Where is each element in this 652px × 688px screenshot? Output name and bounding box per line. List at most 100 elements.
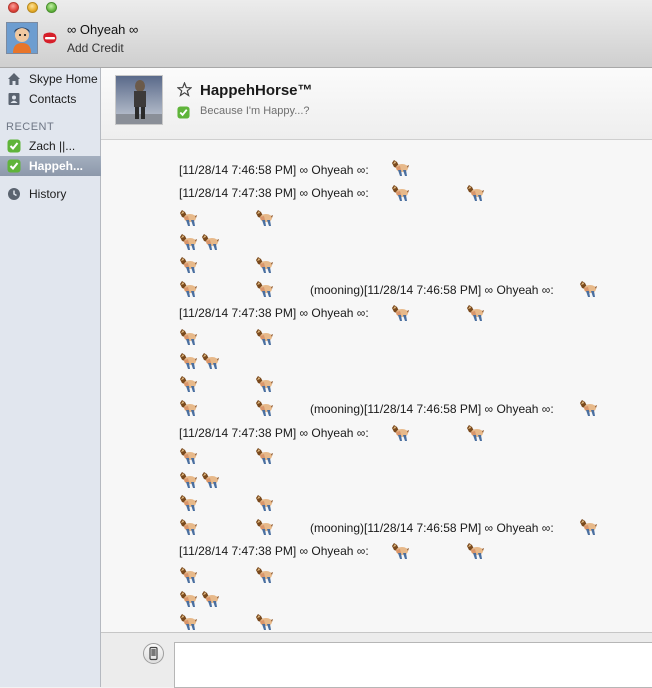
mooning-horse-icon xyxy=(466,184,485,202)
chat-message-row: [11/28/14 7:46:58 PM] ∞ Ohyeah ∞: xyxy=(179,157,649,180)
mooning-horse-icon xyxy=(179,590,198,608)
mooning-horse-icon xyxy=(179,494,198,512)
message-timestamp: [11/28/14 7:47:38 PM] ∞ Ohyeah ∞: xyxy=(179,186,369,200)
mooning-horse-icon xyxy=(391,184,410,202)
minimize-window-button[interactable] xyxy=(27,2,38,13)
send-sms-button[interactable] xyxy=(143,643,164,664)
emoticon-row xyxy=(179,254,649,277)
mooning-horse-icon xyxy=(179,518,198,536)
emoticon-row xyxy=(179,350,649,373)
sidebar-item-recent-zach[interactable]: Zach ||... xyxy=(0,136,101,156)
mooning-horse-icon xyxy=(391,542,410,560)
message-timestamp: (mooning)[11/28/14 7:46:58 PM] ∞ Ohyeah … xyxy=(310,521,554,535)
sidebar-item-recent-happehhorse[interactable]: Happeh... xyxy=(0,156,101,176)
mooning-horse-icon xyxy=(255,328,274,346)
message-timestamp: [11/28/14 7:47:38 PM] ∞ Ohyeah ∞: xyxy=(179,544,369,558)
mooning-horse-icon xyxy=(201,471,220,489)
message-timestamp: [11/28/14 7:46:58 PM] ∞ Ohyeah ∞: xyxy=(179,163,369,177)
do-not-disturb-status-icon[interactable] xyxy=(42,31,58,45)
chat-message-row: [11/28/14 7:47:38 PM] ∞ Ohyeah ∞: xyxy=(179,300,649,323)
contact-avatar-image xyxy=(116,76,162,124)
sidebar-item-label: Contacts xyxy=(29,92,77,106)
chat-message-row: (mooning)[11/28/14 7:46:58 PM] ∞ Ohyeah … xyxy=(179,277,649,300)
emoticon-row xyxy=(179,231,649,254)
profile-avatar-image xyxy=(7,23,37,53)
mooning-horse-icon xyxy=(255,375,274,393)
chat-message-row: [11/28/14 7:47:38 PM] ∞ Ohyeah ∞: xyxy=(179,538,649,561)
contact-name: HappehHorse™ xyxy=(200,82,313,99)
mooning-horse-icon xyxy=(179,209,198,227)
emoticon-row xyxy=(179,326,649,349)
emoticon-row xyxy=(179,492,649,515)
chat-message-row: [11/28/14 7:47:38 PM] ∞ Ohyeah ∞: xyxy=(179,420,649,443)
conversation-header: HappehHorse™ Because I'm Happy...? xyxy=(101,68,652,140)
sidebar-item-contacts[interactable]: Contacts xyxy=(0,89,101,109)
mooning-horse-icon xyxy=(201,233,220,251)
mooning-horse-icon xyxy=(466,424,485,442)
emoticon-row xyxy=(179,207,649,230)
mooning-horse-icon xyxy=(255,447,274,465)
sidebar-item-label: Skype Home xyxy=(29,72,98,86)
mooning-horse-icon xyxy=(255,399,274,417)
chat-transcript[interactable]: [11/28/14 7:46:58 PM] ∞ Ohyeah ∞: [11/28… xyxy=(101,140,652,632)
mooning-horse-icon xyxy=(255,280,274,298)
message-input[interactable] xyxy=(174,642,652,688)
emoticon-row xyxy=(179,588,649,611)
message-timestamp: (mooning)[11/28/14 7:46:58 PM] ∞ Ohyeah … xyxy=(310,402,554,416)
mooning-horse-icon xyxy=(391,304,410,322)
mooning-horse-icon xyxy=(179,375,198,393)
recent-section-heading: RECENT xyxy=(6,121,55,133)
mooning-horse-icon xyxy=(201,352,220,370)
mooning-horse-icon xyxy=(179,613,198,631)
sidebar-item-label: Happeh... xyxy=(29,159,84,173)
mooning-horse-icon xyxy=(579,280,598,298)
contacts-icon xyxy=(8,93,20,105)
mooning-horse-icon xyxy=(255,209,274,227)
emoticon-row xyxy=(179,469,649,492)
mooning-horse-icon xyxy=(179,328,198,346)
sidebar: Skype Home Contacts RECENT Zach ||... Ha… xyxy=(0,68,101,687)
mooning-horse-icon xyxy=(179,256,198,274)
phone-icon xyxy=(149,646,158,661)
mooning-horse-icon xyxy=(179,399,198,417)
mooning-horse-icon xyxy=(255,613,274,631)
mooning-horse-icon xyxy=(179,447,198,465)
clock-icon xyxy=(8,188,20,200)
mooning-horse-icon xyxy=(255,518,274,536)
online-check-icon xyxy=(177,106,190,119)
emoticon-row xyxy=(179,373,649,396)
contact-avatar[interactable] xyxy=(115,75,163,125)
message-timestamp: [11/28/14 7:47:38 PM] ∞ Ohyeah ∞: xyxy=(179,306,369,320)
emoticon-row xyxy=(179,564,649,587)
sidebar-item-skype-home[interactable]: Skype Home xyxy=(0,69,101,89)
message-timestamp: [11/28/14 7:47:38 PM] ∞ Ohyeah ∞: xyxy=(179,426,369,440)
chat-message-row: [11/28/14 7:47:38 PM] ∞ Ohyeah ∞: xyxy=(179,180,649,203)
home-icon xyxy=(8,73,20,85)
close-window-button[interactable] xyxy=(8,2,19,13)
mooning-horse-icon xyxy=(255,566,274,584)
mooning-horse-icon xyxy=(255,256,274,274)
sidebar-item-history[interactable]: History xyxy=(0,184,101,204)
chat-message-row: (mooning)[11/28/14 7:46:58 PM] ∞ Ohyeah … xyxy=(179,396,649,419)
mooning-horse-icon xyxy=(466,304,485,322)
profile-avatar[interactable] xyxy=(6,22,38,54)
mooning-horse-icon xyxy=(466,542,485,560)
sidebar-item-label: History xyxy=(29,187,67,201)
emoticon-row xyxy=(179,611,649,632)
mooning-horse-icon xyxy=(579,518,598,536)
message-composer xyxy=(101,632,652,688)
mooning-horse-icon xyxy=(179,352,198,370)
mooning-horse-icon xyxy=(579,399,598,417)
favorite-star-icon[interactable] xyxy=(177,82,192,97)
mooning-horse-icon xyxy=(391,424,410,442)
emoticon-row xyxy=(179,445,649,468)
mooning-horse-icon xyxy=(201,590,220,608)
chat-message-row: (mooning)[11/28/14 7:46:58 PM] ∞ Ohyeah … xyxy=(179,515,649,538)
contact-mood-message: Because I'm Happy...? xyxy=(200,105,310,117)
zoom-window-button[interactable] xyxy=(46,2,57,13)
mooning-horse-icon xyxy=(179,471,198,489)
mooning-horse-icon xyxy=(391,159,410,177)
profile-name[interactable]: ∞ Ohyeah ∞ xyxy=(67,22,138,37)
online-check-icon xyxy=(7,159,21,173)
add-credit-link[interactable]: Add Credit xyxy=(67,41,124,55)
